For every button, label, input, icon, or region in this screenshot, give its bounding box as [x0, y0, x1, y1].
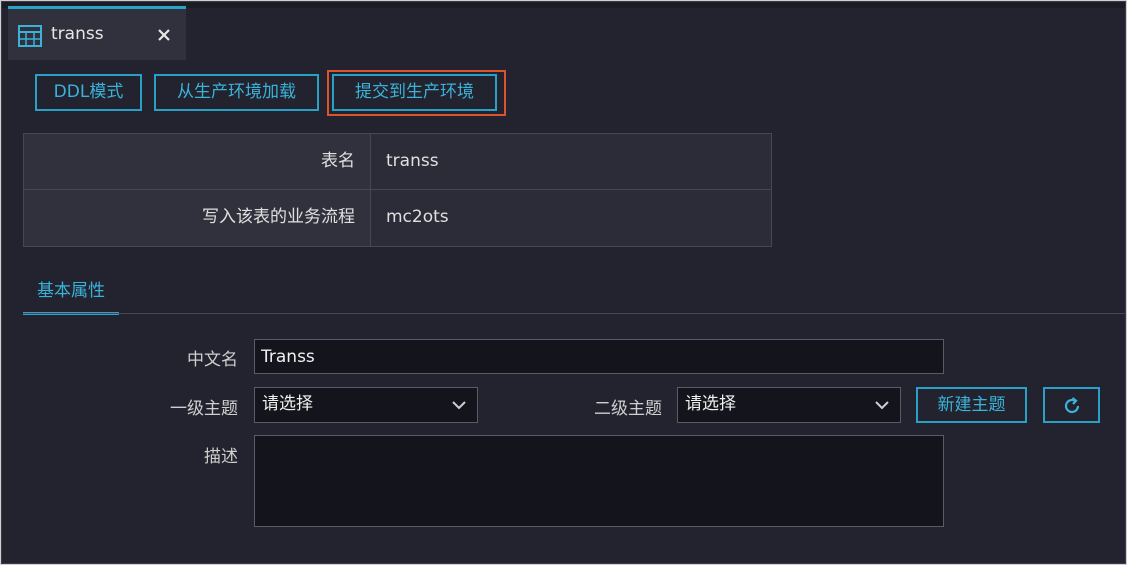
table-row: 写入该表的业务流程 mc2ots: [24, 190, 771, 246]
tab-title: transs: [51, 24, 104, 44]
refresh-icon: [1064, 397, 1080, 414]
info-value: transs: [371, 134, 771, 189]
close-icon[interactable]: [155, 26, 173, 44]
new-topic-button[interactable]: 新建主题: [916, 387, 1027, 423]
table-icon: [18, 25, 42, 47]
chevron-down-icon: [452, 401, 466, 410]
level1-topic-value: 请选择: [262, 394, 313, 414]
submit-to-production-button[interactable]: 提交到生产环境: [332, 74, 497, 111]
ddl-mode-button[interactable]: DDL模式: [35, 74, 142, 111]
level2-topic-value: 请选择: [685, 394, 736, 414]
level1-topic-label: 一级主题: [170, 399, 238, 419]
level1-topic-select[interactable]: 请选择: [254, 387, 478, 423]
description-textarea[interactable]: [254, 435, 944, 527]
section-divider: [23, 313, 1125, 314]
level2-topic-select[interactable]: 请选择: [677, 387, 901, 423]
table-row: 表名 transs: [24, 134, 771, 190]
info-value: mc2ots: [371, 190, 771, 246]
description-label: 描述: [204, 447, 238, 467]
level2-topic-label: 二级主题: [594, 399, 662, 419]
info-key: 表名: [24, 134, 371, 189]
info-key: 写入该表的业务流程: [24, 190, 371, 246]
refresh-button[interactable]: [1043, 387, 1100, 423]
chinese-name-label: 中文名: [187, 350, 238, 370]
tab-transs[interactable]: transs: [8, 6, 186, 60]
table-info: 表名 transs 写入该表的业务流程 mc2ots: [23, 133, 772, 247]
chinese-name-input[interactable]: [254, 339, 944, 374]
chevron-down-icon: [875, 401, 889, 410]
load-from-production-button[interactable]: 从生产环境加载: [154, 74, 319, 111]
tab-basic-properties[interactable]: 基本属性: [23, 277, 119, 315]
editor-frame: transs DDL模式 从生产环境加载 提交到生产环境 表名 transs 写…: [1, 1, 1126, 564]
